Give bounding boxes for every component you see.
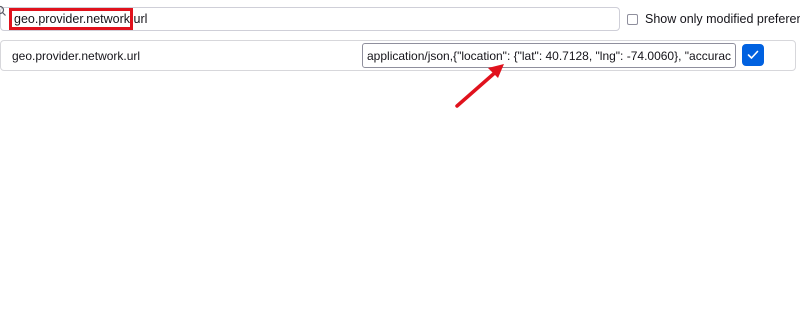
search-icon — [0, 5, 6, 16]
save-button[interactable] — [742, 44, 764, 66]
show-modified-checkbox[interactable] — [627, 13, 638, 25]
about-config-page: geo.provider.network.url Show only modif… — [0, 0, 800, 311]
preference-name: geo.provider.network.url — [12, 49, 141, 63]
arrow-annotation-icon — [455, 64, 504, 108]
search-input[interactable]: geo.provider.network.url — [14, 11, 147, 27]
show-modified-label: Show only modified preferences — [645, 12, 800, 26]
checkmark-icon — [747, 50, 759, 59]
show-modified-toggle[interactable]: Show only modified preferences — [627, 12, 800, 26]
preference-value-input[interactable] — [362, 43, 736, 68]
